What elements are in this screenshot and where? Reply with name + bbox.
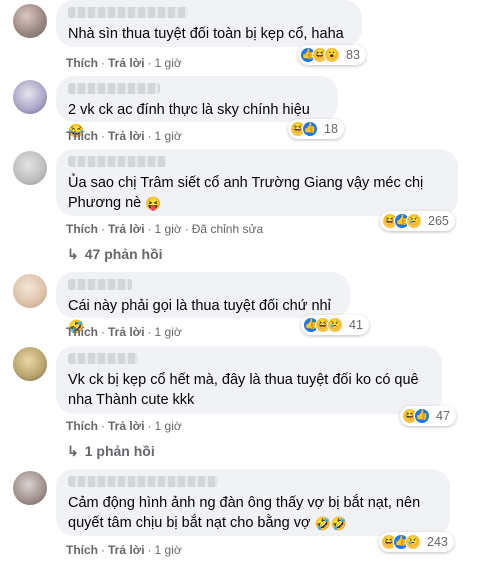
reply-link[interactable]: Trả lời <box>108 543 145 557</box>
timestamp[interactable]: 1 giờ <box>155 325 182 339</box>
comment-bubble: 2 vk ck ac đính thực là sky chính hiệu 😂 <box>56 76 338 138</box>
avatar[interactable] <box>13 274 47 308</box>
reaction-summary[interactable]: 😆 👍 47 <box>400 406 456 426</box>
comment-text: Cảm động hình ảnh ng đàn ông thấy vợ bị … <box>68 493 438 534</box>
sad-reaction-icon: 😢 <box>405 534 421 550</box>
comment-bubble: Cái này phải gọi là thua tuyệt đối chứ n… <box>56 272 350 334</box>
view-replies-link[interactable]: ↳ 1 phản hồi <box>67 443 155 460</box>
avatar[interactable] <box>13 347 47 381</box>
avatar[interactable] <box>13 4 47 38</box>
comment-bubble: Ủa sao chị Trâm siết cổ anh Trường Giang… <box>56 149 458 216</box>
reply-link[interactable]: Trả lời <box>108 129 145 143</box>
reply-link[interactable]: Trả lời <box>108 325 145 339</box>
reaction-summary[interactable]: 😆 👍 😢 265 <box>380 211 455 231</box>
author-name-blurred[interactable] <box>68 353 138 364</box>
like-link[interactable]: Thích <box>66 129 98 143</box>
avatar[interactable] <box>13 151 47 185</box>
reply-arrow-icon: ↳ <box>67 443 79 459</box>
author-name-blurred[interactable] <box>68 83 160 94</box>
comment-bubble: Cảm động hình ảnh ng đàn ông thấy vợ bị … <box>56 469 450 536</box>
comment-actions: Thích · Trả lời · 1 giờ <box>66 419 182 433</box>
reply-arrow-icon: ↳ <box>67 246 79 262</box>
replies-count-label: 1 phản hồi <box>84 443 155 459</box>
comment-actions: Thích · Trả lời · 1 giờ <box>66 543 182 557</box>
reaction-count: 265 <box>428 214 449 228</box>
reaction-count: 47 <box>436 409 450 423</box>
comment-actions: Thích · Trả lời · 1 giờ <box>66 56 182 70</box>
reaction-count: 243 <box>427 535 448 549</box>
sad-reaction-icon: 😢 <box>327 317 343 333</box>
timestamp[interactable]: 1 giờ <box>155 543 182 557</box>
comment-actions: Thích · Trả lời · 1 giờ · Đã chỉnh sửa <box>66 222 264 236</box>
author-name-blurred[interactable] <box>68 156 166 167</box>
timestamp[interactable]: 1 giờ <box>155 56 182 70</box>
reaction-count: 41 <box>349 318 363 332</box>
sad-reaction-icon: 😢 <box>406 213 422 229</box>
avatar[interactable] <box>13 80 47 114</box>
like-reaction-icon: 👍 <box>414 408 430 424</box>
reaction-summary[interactable]: 😆 👍 😢 243 <box>379 532 454 552</box>
view-replies-link[interactable]: ↳ 47 phản hồi <box>67 246 163 263</box>
like-link[interactable]: Thích <box>66 222 98 236</box>
like-link[interactable]: Thích <box>66 419 98 433</box>
tongue-emoji: 😝 <box>145 196 162 211</box>
reply-link[interactable]: Trả lời <box>108 56 145 70</box>
comment-text: Vk ck bị kẹp cổ hết mà, đây là thua tuyệ… <box>68 372 419 408</box>
like-link[interactable]: Thích <box>66 325 98 339</box>
reaction-summary[interactable]: 😆 👍 18 <box>288 119 344 139</box>
reaction-count: 18 <box>324 122 338 136</box>
comment-text: Nhà sìn thua tuyệt đối toàn bị kẹp cổ, h… <box>68 26 344 42</box>
avatar[interactable] <box>13 471 47 505</box>
reply-link[interactable]: Trả lời <box>108 419 145 433</box>
comment-bubble: Nhà sìn thua tuyệt đối toàn bị kẹp cổ, h… <box>56 0 362 47</box>
replies-count-label: 47 phản hồi <box>84 246 163 262</box>
reaction-summary[interactable]: 👍 😆 😮 83 <box>298 45 366 65</box>
comment-bubble: Vk ck bị kẹp cổ hết mà, đây là thua tuyệ… <box>56 346 442 414</box>
timestamp[interactable]: 1 giờ <box>155 129 182 143</box>
like-link[interactable]: Thích <box>66 56 98 70</box>
reaction-summary[interactable]: 👍 😆 😢 41 <box>301 315 369 335</box>
author-name-blurred[interactable] <box>68 279 132 290</box>
reaction-count: 83 <box>346 48 360 62</box>
timestamp[interactable]: 1 giờ <box>155 419 182 433</box>
edited-label: Đã chỉnh sửa <box>191 222 264 236</box>
wow-reaction-icon: 😮 <box>324 47 340 63</box>
comment-actions: Thích · Trả lời · 1 giờ <box>66 325 182 339</box>
comment-text: Ủa sao chị Trâm siết cổ anh Trường Giang… <box>68 173 446 214</box>
timestamp[interactable]: 1 giờ <box>155 222 182 236</box>
like-reaction-icon: 👍 <box>302 121 318 137</box>
author-name-blurred[interactable] <box>68 7 188 18</box>
author-name-blurred[interactable] <box>68 476 218 487</box>
comment-actions: Thích · Trả lời · 1 giờ <box>66 129 182 143</box>
reply-link[interactable]: Trả lời <box>108 222 145 236</box>
rofl-emoji: 🤣🤣 <box>314 516 347 531</box>
like-link[interactable]: Thích <box>66 543 98 557</box>
